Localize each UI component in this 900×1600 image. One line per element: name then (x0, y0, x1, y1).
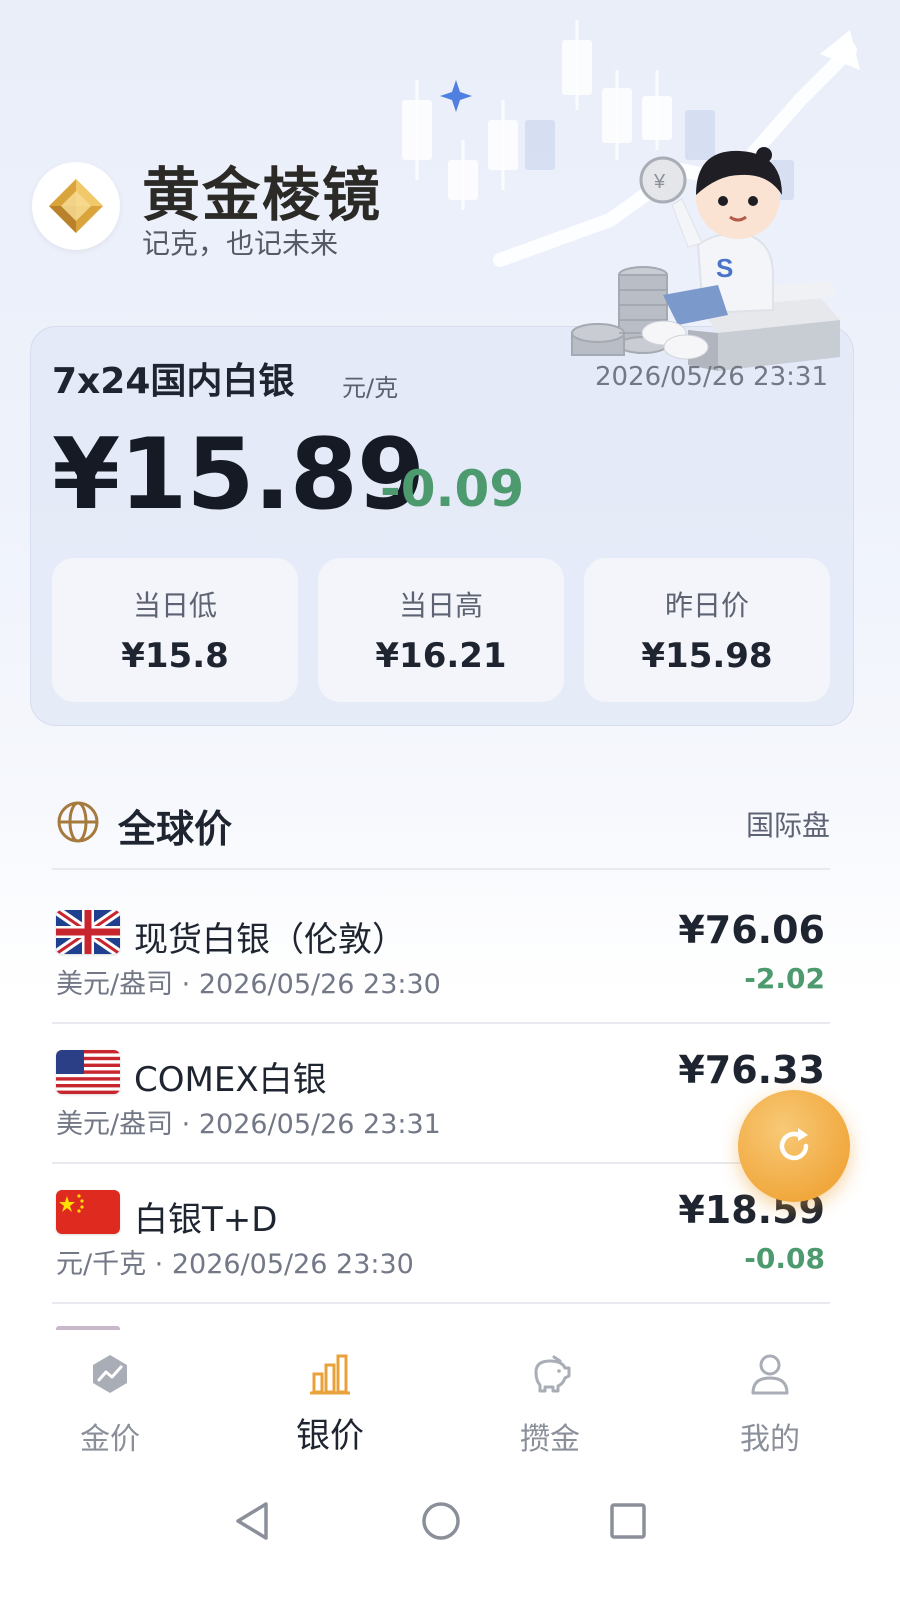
piggy-bank-icon (534, 1355, 571, 1393)
instrument-price: ¥76.06 (678, 908, 825, 952)
market-unit: 元/克 (342, 374, 399, 402)
globe-icon (57, 801, 99, 843)
nav-item-silver-price[interactable]: 银价 (250, 1350, 410, 1460)
nav-label: 银价 (296, 1416, 364, 1456)
recents-icon[interactable] (608, 1501, 648, 1541)
stat-label: 当日低 (132, 589, 217, 622)
stat-value: ¥15.98 (641, 636, 773, 676)
market-title: 7x24国内白银 (52, 361, 295, 402)
stat-previous-close: 昨日价 ¥15.98 (584, 558, 830, 702)
instrument-name: COMEX白银 (134, 1060, 327, 1100)
chart-icon (93, 1355, 127, 1393)
stat-day-high: 当日高 ¥16.21 (318, 558, 564, 702)
section-title: 全球价 (118, 807, 233, 851)
instrument-change: -2.02 (744, 962, 825, 995)
instrument-name: 白银T+D (134, 1200, 278, 1240)
stat-day-low: 当日低 ¥15.8 (52, 558, 298, 702)
nav-item-save-gold[interactable]: 攒金 (470, 1350, 630, 1460)
nav-item-profile[interactable]: 我的 (690, 1350, 850, 1460)
back-icon[interactable] (232, 1500, 272, 1542)
user-icon (751, 1354, 789, 1395)
section-tag[interactable]: 国际盘 (700, 804, 830, 844)
bar-chart-icon (310, 1354, 350, 1395)
brand-logo (32, 162, 120, 250)
svg-text:S: S (716, 253, 733, 283)
diamond-logo-icon (49, 179, 103, 233)
stat-label: 昨日价 (664, 589, 749, 622)
market-timestamp: 2026/05/26 23:31 (594, 362, 828, 392)
nav-label: 攒金 (520, 1422, 580, 1457)
brand-title: 黄金棱镜 (142, 161, 383, 229)
nav-label: 金价 (80, 1422, 140, 1457)
brand-tagline: 记克，也记未来 (142, 227, 339, 260)
instrument-meta: 美元/盎司 · 2026/05/26 23:30 (56, 969, 441, 1000)
nav-label: 我的 (740, 1422, 800, 1457)
stat-label: 当日高 (398, 589, 483, 622)
svg-text:¥: ¥ (653, 171, 666, 193)
nav-item-gold-price[interactable]: 金价 (30, 1350, 190, 1460)
stat-value: ¥15.8 (121, 636, 229, 676)
mascot-illustration: S ¥ (571, 147, 840, 371)
instrument-change: -0.08 (744, 1242, 825, 1275)
price-change: -0.09 (380, 460, 525, 518)
divider (52, 1302, 830, 1304)
instrument-name: 现货白银（伦敦） (134, 920, 406, 960)
instrument-meta: 美元/盎司 · 2026/05/26 23:31 (56, 1109, 441, 1140)
uk-flag-icon (56, 910, 120, 954)
cn-flag-icon (56, 1190, 120, 1234)
us-flag-icon (56, 1050, 120, 1094)
instrument-price: ¥76.33 (678, 1048, 825, 1092)
refresh-icon (779, 1128, 809, 1161)
current-price: ¥15.89 (52, 418, 425, 532)
instrument-meta: 元/千克 · 2026/05/26 23:30 (56, 1249, 414, 1280)
stat-value: ¥16.21 (375, 636, 507, 676)
home-icon[interactable] (420, 1500, 462, 1542)
refresh-button[interactable] (738, 1090, 850, 1202)
